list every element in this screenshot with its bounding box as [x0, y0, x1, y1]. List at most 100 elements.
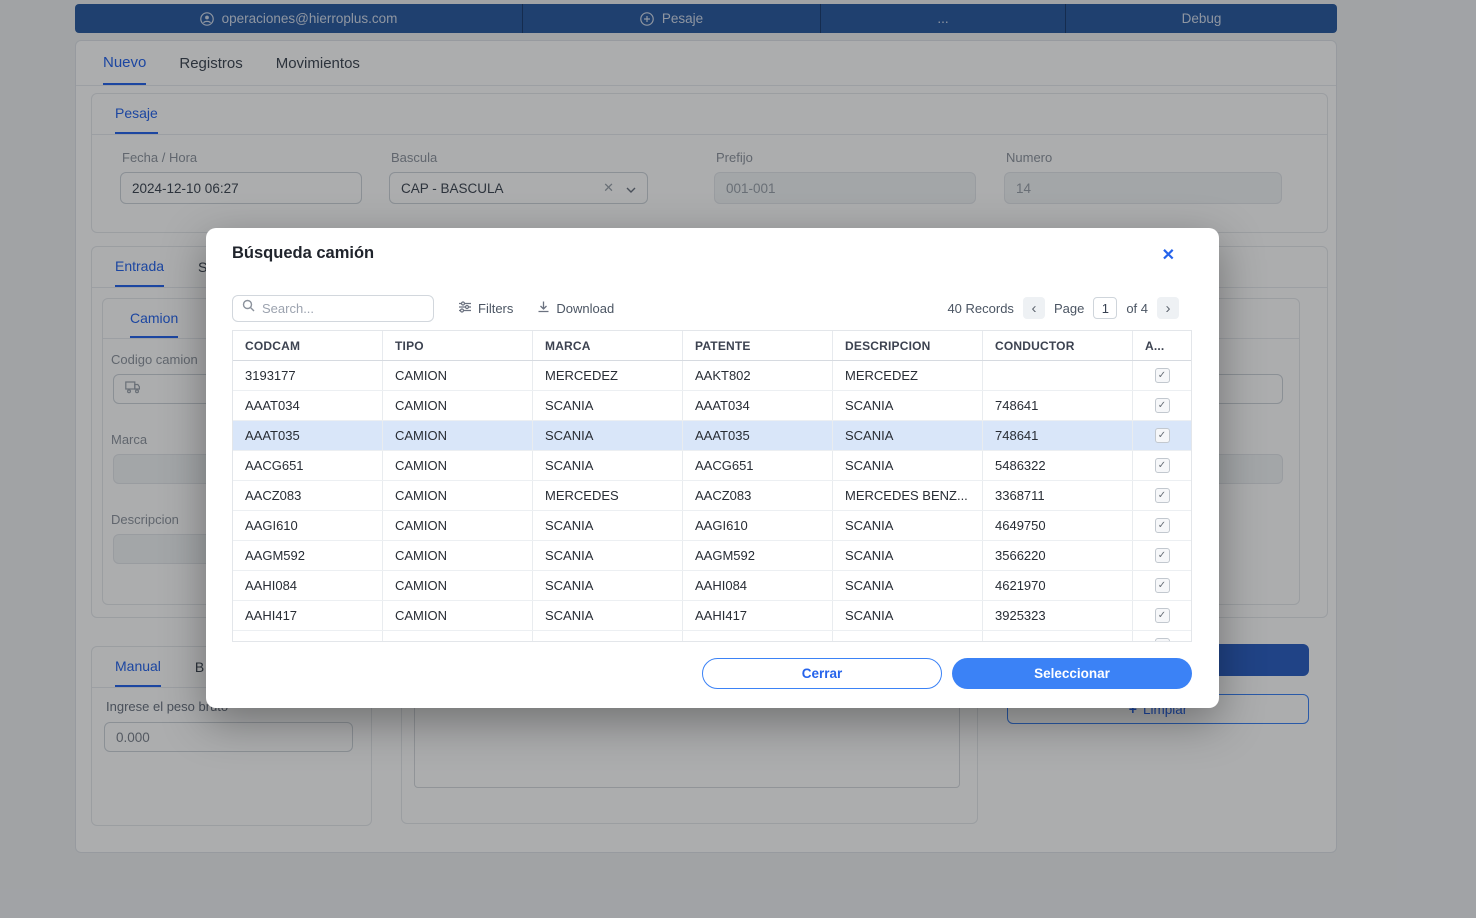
col-conductor[interactable]: CONDUCTOR: [983, 331, 1133, 360]
col-codcam[interactable]: CODCAM: [233, 331, 383, 360]
cell-marca: SCANIA: [533, 571, 683, 600]
col-marca[interactable]: MARCA: [533, 331, 683, 360]
filters-label: Filters: [478, 301, 513, 316]
cell-patente: AAGI610: [683, 511, 833, 540]
search-icon: [242, 299, 255, 317]
cell-codcam: 3193177: [233, 361, 383, 390]
cell-conductor: 3925323: [983, 601, 1133, 630]
col-descripcion[interactable]: DESCRIPCION: [833, 331, 983, 360]
download-button[interactable]: Download: [537, 300, 614, 316]
cell-tipo: CAMION: [383, 571, 533, 600]
checkbox-checked-icon[interactable]: ✓: [1155, 638, 1170, 642]
pagination: 40 Records ‹ Page of 4 ›: [947, 297, 1179, 319]
cell-tipo: CAMION: [383, 391, 533, 420]
cell-codcam: AAAT035: [233, 421, 383, 450]
cell-checkbox: ✓: [1133, 421, 1191, 450]
cell-patente: AAHI084: [683, 571, 833, 600]
records-count: 40 Records: [947, 301, 1013, 316]
cell-marca: MERCEDES: [533, 481, 683, 510]
checkbox-checked-icon[interactable]: ✓: [1155, 368, 1170, 383]
cell-patente: AAAT034: [683, 391, 833, 420]
col-tipo[interactable]: TIPO: [383, 331, 533, 360]
cell-patente: AAKT802: [683, 361, 833, 390]
next-page-button[interactable]: ›: [1157, 297, 1179, 319]
table-row[interactable]: AACZ083CAMIONMERCEDESAACZ083MERCEDES BEN…: [233, 481, 1191, 511]
search-input[interactable]: [262, 301, 424, 316]
checkbox-checked-icon[interactable]: ✓: [1155, 428, 1170, 443]
cell-tipo: [383, 631, 533, 642]
cell-descripcion: MERCEDES BENZ...: [833, 481, 983, 510]
filters-button[interactable]: Filters: [458, 300, 513, 317]
prev-page-button[interactable]: ‹: [1023, 297, 1045, 319]
cell-codcam: AACZ083: [233, 481, 383, 510]
checkbox-checked-icon[interactable]: ✓: [1155, 488, 1170, 503]
col-patente[interactable]: PATENTE: [683, 331, 833, 360]
close-icon[interactable]: ✕: [1162, 245, 1175, 265]
checkbox-checked-icon[interactable]: ✓: [1155, 578, 1170, 593]
cell-descripcion: SCANIA: [833, 571, 983, 600]
table-row[interactable]: AAGM592CAMIONSCANIAAAGM592SCANIA3566220✓: [233, 541, 1191, 571]
cell-checkbox: ✓: [1133, 361, 1191, 390]
table-row[interactable]: AAHI084CAMIONSCANIAAAHI084SCANIA4621970✓: [233, 571, 1191, 601]
cell-conductor: 3566220: [983, 541, 1133, 570]
seleccionar-button[interactable]: Seleccionar: [952, 658, 1192, 689]
cell-conductor: [983, 361, 1133, 390]
cell-patente: AACZ083: [683, 481, 833, 510]
cell-codcam: AACG651: [233, 451, 383, 480]
cell-descripcion: [833, 631, 983, 642]
cell-patente: [683, 631, 833, 642]
camion-table-body: 3193177CAMIONMERCEDEZAAKT802MERCEDEZ✓AAA…: [233, 361, 1191, 642]
cell-marca: SCANIA: [533, 541, 683, 570]
busqueda-camion-modal: Búsqueda camión ✕ Filters Download: [206, 228, 1219, 708]
table-row[interactable]: AAAT034CAMIONSCANIAAAAT034SCANIA748641✓: [233, 391, 1191, 421]
cell-descripcion: SCANIA: [833, 391, 983, 420]
table-row[interactable]: AAGI610CAMIONSCANIAAAGI610SCANIA4649750✓: [233, 511, 1191, 541]
cell-checkbox: ✓: [1133, 631, 1191, 642]
cell-conductor: [983, 631, 1133, 642]
checkbox-checked-icon[interactable]: ✓: [1155, 458, 1170, 473]
cell-patente: AAAT035: [683, 421, 833, 450]
table-row[interactable]: 3193177CAMIONMERCEDEZAAKT802MERCEDEZ✓: [233, 361, 1191, 391]
cell-checkbox: ✓: [1133, 481, 1191, 510]
cell-tipo: CAMION: [383, 421, 533, 450]
modal-title: Búsqueda camión: [232, 244, 374, 263]
page-input[interactable]: [1093, 297, 1117, 319]
camion-table: CODCAM TIPO MARCA PATENTE DESCRIPCION CO…: [232, 330, 1192, 642]
checkbox-checked-icon[interactable]: ✓: [1155, 518, 1170, 533]
cell-checkbox: ✓: [1133, 451, 1191, 480]
checkbox-checked-icon[interactable]: ✓: [1155, 608, 1170, 623]
cell-codcam: [233, 631, 383, 642]
col-activo[interactable]: A...: [1133, 331, 1191, 360]
download-icon: [537, 300, 550, 316]
cell-checkbox: ✓: [1133, 541, 1191, 570]
download-label: Download: [556, 301, 614, 316]
cell-descripcion: SCANIA: [833, 451, 983, 480]
table-row[interactable]: ✓: [233, 631, 1191, 642]
cell-patente: AACG651: [683, 451, 833, 480]
cell-marca: SCANIA: [533, 421, 683, 450]
cell-descripcion: MERCEDEZ: [833, 361, 983, 390]
cell-tipo: CAMION: [383, 481, 533, 510]
cell-marca: SCANIA: [533, 511, 683, 540]
page-label: Page: [1054, 301, 1084, 316]
cell-checkbox: ✓: [1133, 571, 1191, 600]
search-box: [232, 295, 434, 322]
cell-descripcion: SCANIA: [833, 421, 983, 450]
checkbox-checked-icon[interactable]: ✓: [1155, 398, 1170, 413]
cell-codcam: AAHI417: [233, 601, 383, 630]
cell-tipo: CAMION: [383, 541, 533, 570]
table-row[interactable]: AAAT035CAMIONSCANIAAAAT035SCANIA748641✓: [233, 421, 1191, 451]
checkbox-checked-icon[interactable]: ✓: [1155, 548, 1170, 563]
cell-conductor: 4649750: [983, 511, 1133, 540]
table-row[interactable]: AACG651CAMIONSCANIAAACG651SCANIA5486322✓: [233, 451, 1191, 481]
cell-conductor: 748641: [983, 391, 1133, 420]
cell-codcam: AAGM592: [233, 541, 383, 570]
cell-tipo: CAMION: [383, 601, 533, 630]
cerrar-button[interactable]: Cerrar: [702, 658, 942, 689]
cell-descripcion: SCANIA: [833, 511, 983, 540]
table-row[interactable]: AAHI417CAMIONSCANIAAAHI417SCANIA3925323✓: [233, 601, 1191, 631]
cell-checkbox: ✓: [1133, 601, 1191, 630]
cell-tipo: CAMION: [383, 511, 533, 540]
cell-tipo: CAMION: [383, 361, 533, 390]
filters-icon: [458, 300, 472, 317]
